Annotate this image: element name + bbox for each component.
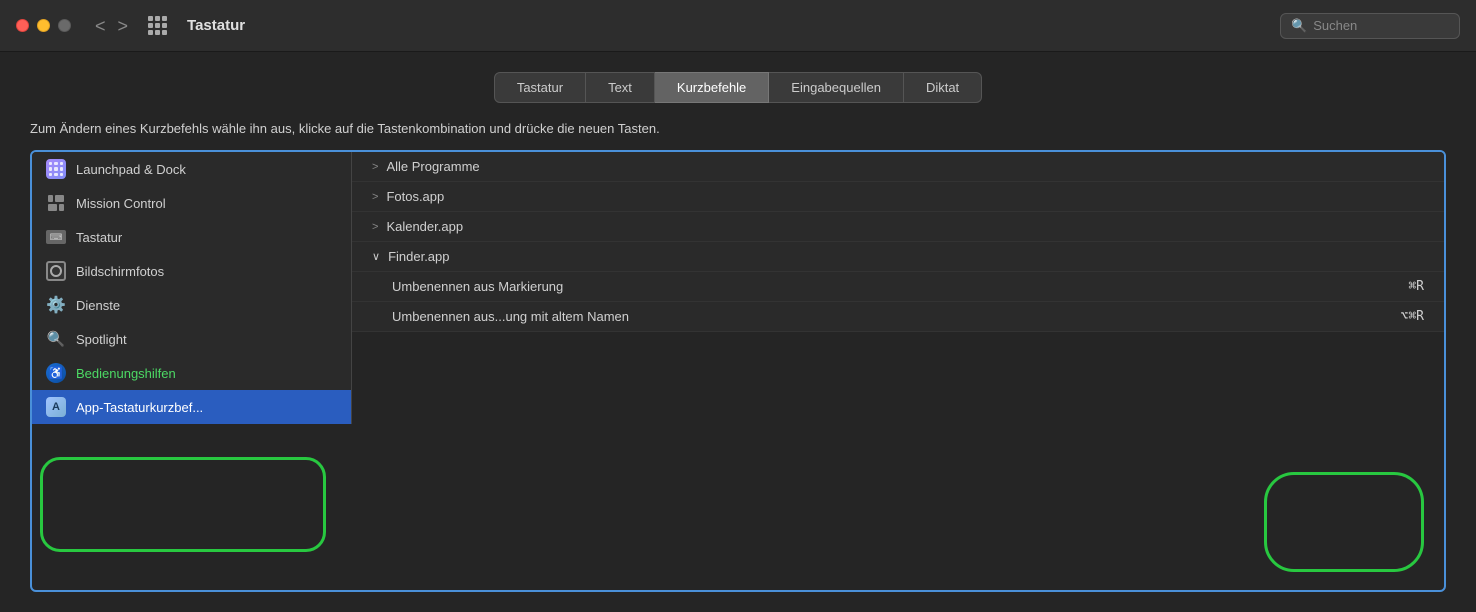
search-placeholder: Suchen [1313, 18, 1357, 33]
right-label-kalender: Kalender.app [386, 219, 463, 234]
sidebar-label-app-tastatur: App-Tastaturkurzbef... [76, 400, 203, 415]
sidebar-item-tastatur[interactable]: ⌨ Tastatur [32, 220, 351, 254]
sidebar-label-tastatur: Tastatur [76, 230, 122, 245]
tabs-bar: Tastatur Text Kurzbefehle Eingabequellen… [30, 72, 1446, 103]
content-area: Launchpad & Dock Mission Control [30, 150, 1446, 592]
search-icon: 🔍 [1291, 18, 1307, 34]
spotlight-icon: 🔍 [46, 329, 66, 349]
launchpad-icon [46, 159, 66, 179]
tab-text[interactable]: Text [586, 72, 655, 103]
sidebar-item-dienste[interactable]: ⚙️ Dienste [32, 288, 351, 322]
main-content: Tastatur Text Kurzbefehle Eingabequellen… [0, 52, 1476, 612]
sidebar-label-launchpad: Launchpad & Dock [76, 162, 186, 177]
sidebar-item-launchpad[interactable]: Launchpad & Dock [32, 152, 351, 186]
sidebar-item-bedienungshilfen[interactable]: ♿ Bedienungshilfen [32, 356, 351, 390]
accessibility-icon: ♿ [46, 363, 66, 383]
sidebar-item-mission[interactable]: Mission Control [32, 186, 351, 220]
left-panel: Launchpad & Dock Mission Control [32, 152, 352, 424]
right-panel-wrapper: > Alle Programme > Fotos.app > Kalender.… [352, 152, 1444, 590]
sidebar-label-dienste: Dienste [76, 298, 120, 313]
right-item-finder[interactable]: ∨ Finder.app [352, 242, 1444, 272]
app-icon: A [46, 397, 66, 417]
grid-icon[interactable] [148, 16, 167, 35]
nav-buttons: < > [91, 15, 132, 37]
screenshot-icon [46, 261, 66, 281]
minimize-button[interactable] [37, 19, 50, 32]
left-panel-wrapper: Launchpad & Dock Mission Control [32, 152, 352, 590]
right-panel: > Alle Programme > Fotos.app > Kalender.… [352, 152, 1444, 332]
sidebar-label-bildschirmfotos: Bildschirmfotos [76, 264, 164, 279]
instructions-text: Zum Ändern eines Kurzbefehls wähle ihn a… [30, 121, 1446, 136]
chevron-finder: ∨ [372, 250, 380, 263]
gear-icon: ⚙️ [46, 295, 66, 315]
back-button[interactable]: < [91, 15, 110, 37]
right-label-umbenennen-alten-namen: Umbenennen aus...ung mit altem Namen [392, 309, 629, 324]
sidebar-label-bedienungshilfen: Bedienungshilfen [76, 366, 176, 381]
shortcut-umbenennen-markierung: ⌘R [1408, 279, 1424, 294]
right-label-umbenennen-markierung: Umbenennen aus Markierung [392, 279, 563, 294]
tab-tastatur[interactable]: Tastatur [494, 72, 586, 103]
sidebar-item-spotlight[interactable]: 🔍 Spotlight [32, 322, 351, 356]
sidebar-item-bildschirmfotos[interactable]: Bildschirmfotos [32, 254, 351, 288]
green-circle-annotation-left [40, 457, 326, 552]
forward-button[interactable]: > [114, 15, 133, 37]
tab-eingabequellen[interactable]: Eingabequellen [769, 72, 904, 103]
titlebar: < > Tastatur 🔍 Suchen [0, 0, 1476, 52]
chevron-fotos: > [372, 191, 378, 203]
sidebar-item-app-tastatur[interactable]: A App-Tastaturkurzbef... [32, 390, 351, 424]
right-item-umbenennen-alten-namen[interactable]: Umbenennen aus...ung mit altem Namen ⌥⌘R [352, 302, 1444, 332]
right-item-kalender[interactable]: > Kalender.app [352, 212, 1444, 242]
tab-kurzbefehle[interactable]: Kurzbefehle [655, 72, 769, 103]
sidebar-label-spotlight: Spotlight [76, 332, 127, 347]
right-item-umbenennen-markierung[interactable]: Umbenennen aus Markierung ⌘R [352, 272, 1444, 302]
right-label-alle-programme: Alle Programme [386, 159, 479, 174]
chevron-kalender: > [372, 221, 378, 233]
mission-icon [46, 193, 66, 213]
chevron-alle-programme: > [372, 161, 378, 173]
traffic-lights [16, 19, 71, 32]
close-button[interactable] [16, 19, 29, 32]
maximize-button[interactable] [58, 19, 71, 32]
right-label-finder: Finder.app [388, 249, 449, 264]
sidebar-label-mission: Mission Control [76, 196, 166, 211]
window-title: Tastatur [187, 17, 245, 34]
search-box[interactable]: 🔍 Suchen [1280, 13, 1460, 39]
keyboard-icon: ⌨ [46, 227, 66, 247]
green-circle-annotation-right [1264, 472, 1424, 572]
right-item-fotos[interactable]: > Fotos.app [352, 182, 1444, 212]
right-label-fotos: Fotos.app [386, 189, 444, 204]
shortcut-umbenennen-alten-namen: ⌥⌘R [1401, 309, 1424, 324]
tab-diktat[interactable]: Diktat [904, 72, 982, 103]
right-item-alle-programme[interactable]: > Alle Programme [352, 152, 1444, 182]
